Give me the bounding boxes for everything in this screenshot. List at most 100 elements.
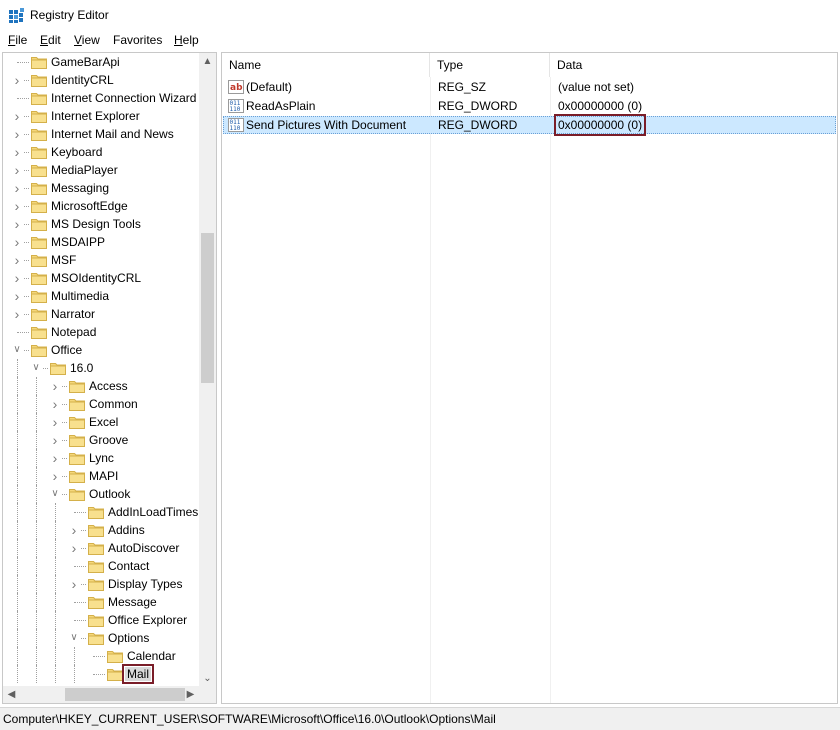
string-value-icon: ab [228,79,244,95]
chevron-right-icon[interactable]: › [11,271,23,285]
tree-vertical-scroll-thumb[interactable] [201,233,214,383]
chevron-right-icon[interactable]: › [11,127,23,141]
chevron-right-icon[interactable]: › [11,235,23,249]
tree-item-addinloadtimes[interactable]: AddInLoadTimes [3,503,201,521]
value-row[interactable]: 011 110 ReadAsPlain REG_DWORD 0x00000000 … [223,97,836,115]
chevron-right-icon[interactable]: › [49,415,61,429]
tree-guide-line [36,539,37,557]
tree-item-narrator[interactable]: › Narrator [3,305,201,323]
tree-item-msoidentitycrl[interactable]: › MSOIdentityCRL [3,269,201,287]
tree-item-microsoftedge[interactable]: › MicrosoftEdge [3,197,201,215]
value-type: REG_DWORD [438,118,518,132]
chevron-right-icon[interactable]: › [11,145,23,159]
tree-vertical-scrollbar[interactable]: ▲ ⌄ [199,53,216,687]
tree-item-label: GameBarApi [51,55,120,69]
scroll-right-icon[interactable]: ▶ [182,686,199,703]
chevron-down-icon[interactable]: ∨ [11,344,23,356]
tree-item-16-0[interactable]: ∨ 16.0 [3,359,201,377]
folder-icon [88,559,104,573]
tree-item-mail[interactable]: Mail [3,664,201,684]
tree-item-mediaplayer[interactable]: › MediaPlayer [3,161,201,179]
tree-item-options[interactable]: ∨ Options [3,629,201,647]
tree-item-messaging[interactable]: › Messaging [3,179,201,197]
tree-item-contact[interactable]: Contact [3,557,201,575]
tree-item-office-explorer[interactable]: Office Explorer [3,611,201,629]
menu-help[interactable]: Help [174,33,199,47]
tree-item-office[interactable]: ∨ Office [3,341,201,359]
tree-item-display-types[interactable]: › Display Types [3,575,201,593]
scroll-down-icon[interactable]: ⌄ [199,670,216,687]
folder-icon [69,415,85,429]
chevron-right-icon[interactable]: › [11,73,23,87]
tree-item-lync[interactable]: › Lync [3,449,201,467]
tree-horizontal-scroll-thumb[interactable] [65,688,185,701]
chevron-right-icon[interactable]: › [68,523,80,537]
chevron-right-icon[interactable]: › [11,253,23,267]
chevron-right-icon[interactable]: › [11,181,23,195]
tree-item-keyboard[interactable]: › Keyboard [3,143,201,161]
folder-icon [88,523,104,537]
tree-connector-line [17,98,29,99]
menu-edit[interactable]: Edit [40,33,61,47]
tree-guide-line [17,539,18,557]
tree-item-ms-design-tools[interactable]: › MS Design Tools [3,215,201,233]
key-tree-pane[interactable]: GameBarApi › IdentityCRL Internet Connectio… [2,52,217,704]
tree-item-mapi[interactable]: › MAPI [3,467,201,485]
tree-item-outlook[interactable]: ∨ Outlook [3,485,201,503]
tree-item-access[interactable]: › Access [3,377,201,395]
tree-item-label: Internet Explorer [51,109,140,123]
tree-item-excel[interactable]: › Excel [3,413,201,431]
tree-horizontal-scrollbar[interactable]: ◀ ▶ [3,686,216,703]
tree-item-internet-explorer[interactable]: › Internet Explorer [3,107,201,125]
tree-item-label: MAPI [89,469,119,483]
tree-item-multimedia[interactable]: › Multimedia [3,287,201,305]
chevron-right-icon[interactable]: › [49,397,61,411]
tree-item-gamebarapi[interactable]: GameBarApi [3,53,201,71]
folder-icon [107,667,123,681]
column-header-type[interactable]: Type [430,53,550,77]
tree-item-internet-mail-and-news[interactable]: › Internet Mail and News [3,125,201,143]
chevron-right-icon[interactable]: › [11,307,23,321]
tree-item-addins[interactable]: › Addins [3,521,201,539]
chevron-down-icon[interactable]: ∨ [30,362,42,374]
menu-file[interactable]: File [8,33,27,47]
column-header-data[interactable]: Data [550,53,836,77]
chevron-right-icon[interactable]: › [11,109,23,123]
chevron-right-icon[interactable]: › [49,451,61,465]
chevron-right-icon[interactable]: › [49,469,61,483]
tree-item-autodiscover[interactable]: › AutoDiscover [3,539,201,557]
tree-item-label: AutoDiscover [108,541,180,555]
chevron-right-icon[interactable]: › [11,163,23,177]
chevron-right-icon[interactable]: › [11,199,23,213]
value-row[interactable]: ab (Default) REG_SZ (value not set) [223,78,836,96]
tree-item-common[interactable]: › Common [3,395,201,413]
tree-guide-line [55,611,56,629]
tree-item-identitycrl[interactable]: › IdentityCRL [3,71,201,89]
tree-guide-line [17,629,18,647]
tree-item-notepad[interactable]: Notepad [3,323,201,341]
chevron-right-icon[interactable]: › [68,577,80,591]
chevron-right-icon[interactable]: › [49,433,61,447]
chevron-right-icon[interactable]: › [11,289,23,303]
tree-guide-line [36,611,37,629]
tree-item-groove[interactable]: › Groove [3,431,201,449]
chevron-down-icon[interactable]: ∨ [49,488,61,500]
values-list-pane[interactable]: Name Type Data ab (Default) REG_SZ (valu… [221,52,838,704]
chevron-down-icon[interactable]: ∨ [68,632,80,644]
chevron-right-icon[interactable]: › [68,541,80,555]
tree-item-internet-connection-wizard[interactable]: Internet Connection Wizard [3,89,201,107]
tree-item-message[interactable]: Message [3,593,201,611]
scroll-left-icon[interactable]: ◀ [3,686,20,703]
tree-item-msdaipp[interactable]: › MSDAIPP [3,233,201,251]
menu-favorites[interactable]: Favorites [113,33,162,47]
tree-item-msf[interactable]: › MSF [3,251,201,269]
menu-view[interactable]: View [74,33,100,47]
column-header-name[interactable]: Name [222,53,430,77]
tree-item-label: Common [89,397,138,411]
chevron-right-icon[interactable]: › [49,379,61,393]
scroll-up-icon[interactable]: ▲ [199,53,216,70]
chevron-right-icon[interactable]: › [11,217,23,231]
folder-icon [88,631,104,645]
value-row-selected[interactable]: 011 110 Send Pictures With Document REG_D… [223,114,836,136]
tree-item-calendar[interactable]: Calendar [3,647,201,665]
